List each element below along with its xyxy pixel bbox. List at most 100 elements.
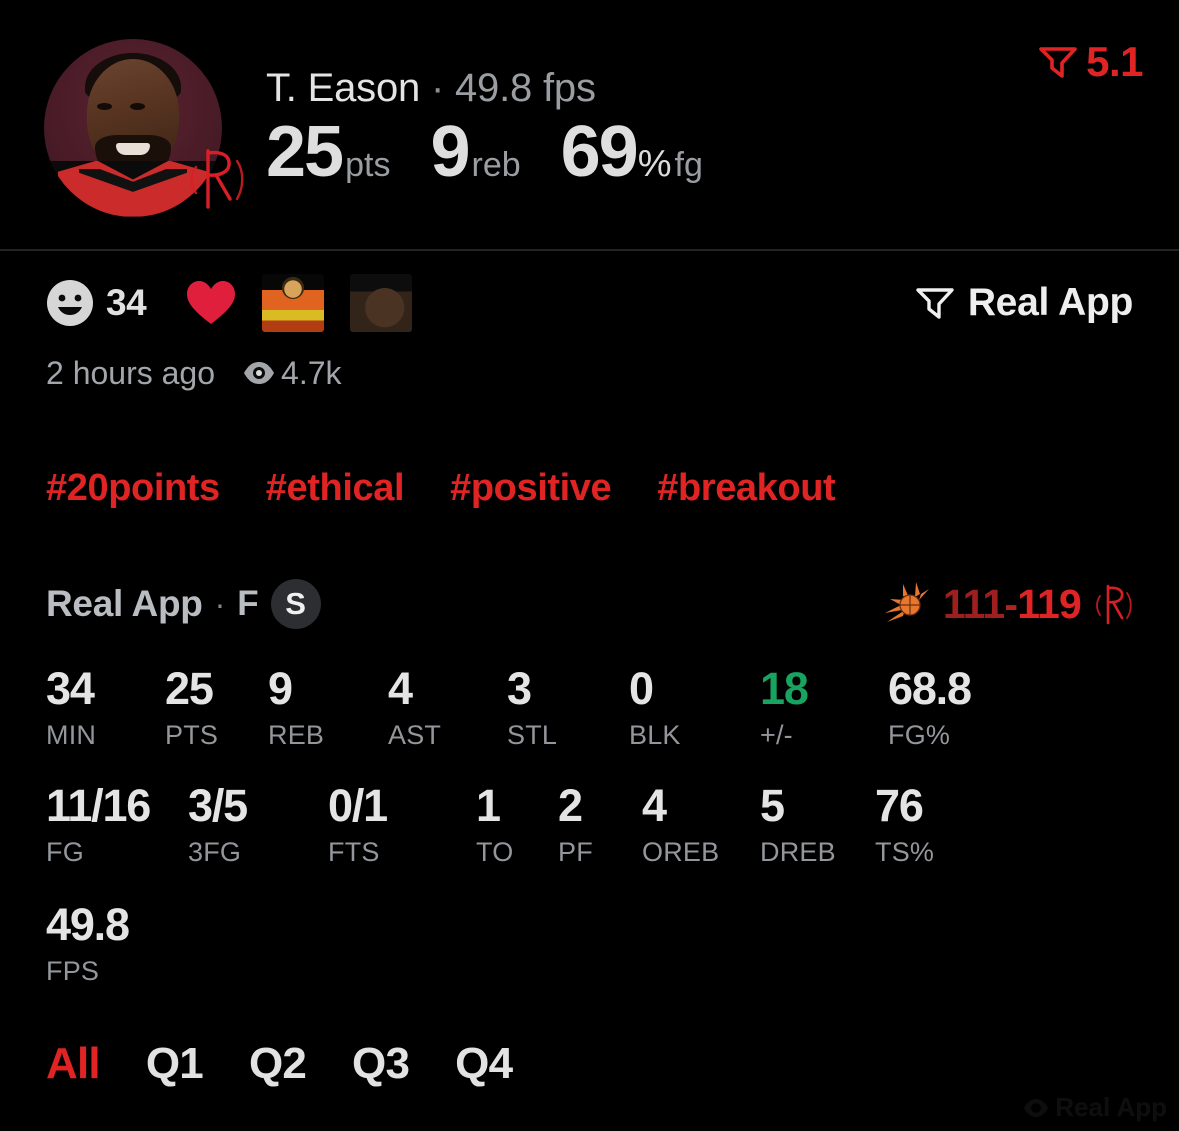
stat-row-secondary: 11/16 FG 3/5 3FG 0/1 FTS 1 TO 2 PF 4 ORE… — [46, 783, 1133, 866]
stat-cell-min: 34 MIN — [46, 666, 165, 749]
big-stat-fg: 69 % fg — [561, 116, 703, 188]
stat-label-fts: FTS — [328, 837, 380, 867]
stat-value-fg: 11/16 — [46, 780, 151, 831]
tab-all[interactable]: All — [46, 1039, 101, 1089]
big-stat-reb-value: 9 — [430, 111, 470, 192]
big-stat-fg-percent-sign: % — [637, 142, 672, 185]
stat-cell-pf: 2 PF — [558, 783, 642, 866]
post-timestamp: 2 hours ago — [46, 354, 216, 391]
game-source-label: Real App — [46, 583, 203, 624]
stat-label-stl: STL — [507, 720, 558, 750]
drake-sticker[interactable] — [262, 274, 325, 332]
stat-value-stl: 3 — [507, 663, 532, 714]
rating-badge: 5.1 — [1038, 38, 1143, 86]
stat-label-dreb: DREB — [760, 837, 836, 867]
away-score: 111 — [942, 580, 1005, 627]
stat-value-tspct: 76 — [875, 780, 924, 831]
stat-label-tspct: TS% — [875, 837, 935, 867]
post-views-group: 4.7k — [243, 354, 342, 392]
stat-value-fps: 49.8 — [46, 899, 130, 950]
reaction-emoji-group[interactable]: 34 — [46, 279, 147, 327]
suns-logo-icon — [884, 582, 929, 622]
big-stat-reb-unit: reb — [471, 145, 521, 184]
hashtag-0[interactable]: #20points — [46, 467, 220, 510]
smiley-icon[interactable] — [46, 279, 94, 327]
eye-watermark-icon — [1024, 1098, 1049, 1117]
stat-value-3fg: 3/5 — [188, 780, 248, 831]
hashtag-3[interactable]: #breakout — [657, 467, 835, 510]
game-score-group[interactable]: 111-119 — [884, 580, 1133, 628]
rating-value: 5.1 — [1086, 38, 1143, 85]
watermark-text: Real App — [1055, 1092, 1167, 1122]
stat-value-oreb: 4 — [642, 780, 667, 831]
big-stat-pts-value: 25 — [266, 111, 344, 192]
stat-cell-reb: 9 REB — [268, 666, 388, 749]
stat-cell-tspct: 76 TS% — [875, 783, 985, 866]
header-big-stats: 25 pts 9 reb 69 % fg — [266, 116, 1179, 188]
stat-label-ast: AST — [388, 720, 442, 750]
stat-cell-ast: 4 AST — [388, 666, 507, 749]
stat-value-ast: 4 — [388, 663, 413, 714]
big-stat-fg-value: 69 — [560, 111, 639, 192]
stat-value-pts: 25 — [165, 663, 214, 714]
stat-label-reb: REB — [268, 720, 325, 750]
heart-icon[interactable] — [186, 280, 236, 326]
tab-q3[interactable]: Q3 — [352, 1039, 410, 1089]
brand-watermark[interactable]: Real App — [915, 281, 1133, 325]
rockets-logo-icon — [190, 148, 244, 209]
game-score: 111-119 — [942, 580, 1082, 628]
stat-cell-dreb: 5 DREB — [760, 783, 875, 866]
game-source-group: Real App · F S — [46, 579, 321, 629]
stat-value-dreb: 5 — [760, 780, 785, 831]
post-views-count: 4.7k — [281, 354, 342, 391]
stat-value-min: 34 — [46, 663, 95, 714]
stat-label-to: TO — [476, 837, 514, 867]
stat-cell-3fg: 3/5 3FG — [188, 783, 328, 866]
rockets-logo-icon — [1096, 584, 1132, 625]
stat-cell-fps: 49.8 FPS — [46, 902, 246, 985]
post-meta-row: 2 hours ago 4.7k — [46, 345, 1133, 401]
stat-label-blk: BLK — [629, 720, 681, 750]
hashtag-1[interactable]: #ethical — [266, 467, 405, 510]
headshot-eye-left — [97, 102, 112, 110]
stat-cell-to: 1 TO — [476, 783, 558, 866]
big-stat-pts-unit: pts — [345, 145, 391, 184]
game-source-dot: · — [214, 585, 226, 622]
lebron-sticker[interactable] — [350, 274, 413, 332]
stat-cell-oreb: 4 OREB — [642, 783, 760, 866]
post-body: 34 Real App 2 hours ago 4.7k #20points #… — [0, 251, 1179, 1089]
home-score: 119 — [1017, 580, 1082, 627]
stat-value-fts: 0/1 — [328, 780, 388, 831]
headshot-mouth — [116, 142, 150, 155]
tab-q2[interactable]: Q2 — [249, 1039, 307, 1089]
stat-label-min: MIN — [46, 720, 97, 750]
starter-badge[interactable]: S — [270, 579, 321, 629]
stat-cell-fg: 11/16 FG — [46, 783, 188, 866]
stat-cell-fts: 0/1 FTS — [328, 783, 476, 866]
stat-cell-stl: 3 STL — [507, 666, 629, 749]
quarter-tab-bar: All Q1 Q2 Q3 Q4 — [46, 1039, 1133, 1089]
stat-value-fgpct: 68.8 — [888, 663, 972, 714]
big-stat-fg-unit: fg — [674, 145, 703, 184]
stat-label-fgpct: FG% — [888, 720, 951, 750]
stat-label-3fg: 3FG — [188, 837, 242, 867]
score-dash: - — [1004, 580, 1018, 627]
real-app-logo-icon — [916, 288, 954, 319]
corner-watermark: Real App — [1023, 1092, 1167, 1123]
avatar[interactable] — [44, 38, 244, 217]
hashtag-2[interactable]: #positive — [450, 467, 612, 510]
stat-label-oreb: OREB — [642, 837, 720, 867]
hashtag-list: #20points #ethical #positive #breakout — [46, 467, 1133, 510]
stat-cell-fgpct: 68.8 FG% — [888, 666, 1018, 749]
reactions-row: 34 Real App — [46, 251, 1133, 345]
tab-q4[interactable]: Q4 — [455, 1039, 513, 1089]
stat-value-plusminus: 18 — [760, 663, 809, 714]
real-app-logo-icon — [1039, 47, 1077, 78]
stat-cell-pts: 25 PTS — [165, 666, 268, 749]
reaction-count: 34 — [106, 282, 147, 323]
header-fps-label: 49.8 fps — [455, 65, 596, 110]
game-info-row: Real App · F S 111-119 — [46, 576, 1133, 632]
stat-row-primary: 34 MIN 25 PTS 9 REB 4 AST 3 STL 0 BLK 18… — [46, 666, 1133, 749]
tab-q1[interactable]: Q1 — [146, 1039, 204, 1089]
stat-label-pts: PTS — [165, 720, 219, 750]
